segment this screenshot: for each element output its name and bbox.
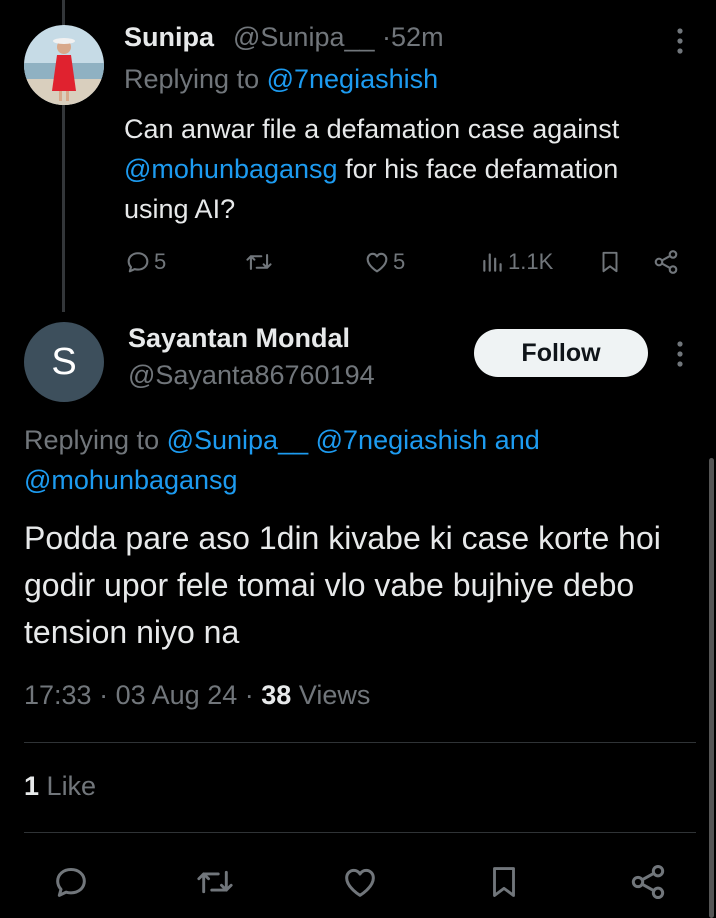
divider bbox=[24, 832, 696, 833]
tweet2-views-label: Views bbox=[298, 680, 371, 710]
views-icon bbox=[483, 253, 502, 272]
mention-link[interactable]: @mohunbagansg bbox=[124, 154, 338, 184]
tweet1-separator: · bbox=[382, 22, 392, 52]
tweet1-replying-to: Replying to @7negiashish bbox=[124, 64, 438, 95]
retweet-icon bbox=[197, 870, 233, 894]
more-icon bbox=[677, 341, 683, 367]
retweet-icon bbox=[246, 254, 272, 270]
tweet1-like-button[interactable]: 5 bbox=[363, 246, 405, 278]
tweet1-handle-time[interactable]: @Sunipa__ ·52m bbox=[233, 22, 444, 53]
tweet2-handle[interactable]: @Sayanta86760194 bbox=[128, 360, 375, 391]
replying-and[interactable]: and bbox=[495, 425, 540, 455]
tweet2-text: Podda pare aso 1din kivabe ki case korte… bbox=[24, 520, 661, 650]
tweet2-bookmark-button[interactable] bbox=[485, 862, 523, 902]
tweet1-more-button[interactable] bbox=[670, 26, 690, 56]
share-icon bbox=[654, 250, 678, 274]
tweet2-likes-label: Like bbox=[46, 771, 97, 801]
tweet2-reply-button[interactable] bbox=[51, 862, 91, 902]
divider bbox=[24, 742, 696, 743]
tweet2-time[interactable]: 17:33 bbox=[24, 680, 92, 710]
tweet1-like-count: 5 bbox=[393, 249, 406, 274]
tweet2-replying-to: Replying to @Sunipa__ @7negiashish and @… bbox=[24, 420, 684, 500]
tweet2-like-button[interactable] bbox=[340, 862, 380, 902]
tweet2-view-count: 38 bbox=[261, 680, 292, 710]
tweet2-date[interactable]: 03 Aug 24 bbox=[116, 680, 238, 710]
tweet1-text: Can anwar file a defamation case against… bbox=[124, 109, 684, 229]
avatar-sunipa[interactable] bbox=[24, 25, 104, 105]
tweet1-text-part: Can anwar file a defamation case against bbox=[124, 114, 620, 144]
tweet2-like-count: 1 bbox=[24, 771, 40, 801]
avatar-sayantan[interactable]: S bbox=[24, 322, 104, 402]
bookmark-icon bbox=[493, 867, 515, 897]
scrollbar[interactable] bbox=[709, 458, 714, 918]
reply-icon bbox=[127, 252, 149, 273]
tweet2-more-button[interactable] bbox=[670, 339, 690, 369]
tweet2-meta: 17:33 · 03 Aug 24 · 38 Views bbox=[24, 680, 370, 711]
tweet1-views-button[interactable]: 1.1K bbox=[480, 246, 553, 278]
tweet1-bookmark-button[interactable] bbox=[597, 246, 623, 278]
separator: · bbox=[244, 680, 254, 710]
more-icon bbox=[677, 28, 683, 54]
tweet2-likes[interactable]: 1 Like bbox=[24, 771, 96, 802]
reply-icon bbox=[56, 868, 86, 897]
mention-link[interactable]: @Sunipa__ bbox=[167, 425, 309, 455]
mention-link[interactable]: @7negiashish bbox=[316, 425, 488, 455]
tweet2-author-name[interactable]: Sayantan Mondal bbox=[128, 323, 350, 354]
separator: · bbox=[99, 680, 109, 710]
mention-link[interactable]: @7negiashish bbox=[267, 64, 439, 94]
like-icon bbox=[366, 252, 388, 273]
like-icon bbox=[345, 868, 375, 897]
tweet1-author-name[interactable]: Sunipa bbox=[124, 22, 214, 53]
tweet2-retweet-button[interactable] bbox=[194, 862, 236, 902]
share-icon bbox=[631, 865, 665, 899]
replying-prefix: Replying to bbox=[24, 425, 167, 455]
follow-button[interactable]: Follow bbox=[474, 329, 648, 377]
tweet1-handle[interactable]: @Sunipa__ bbox=[233, 22, 375, 52]
tweet2-share-button[interactable] bbox=[628, 862, 668, 902]
replying-prefix: Replying to bbox=[124, 64, 267, 94]
tweet1-reply-count: 5 bbox=[154, 249, 167, 274]
mention-link[interactable]: @mohunbagansg bbox=[24, 465, 238, 495]
tweet1-share-button[interactable] bbox=[652, 246, 680, 278]
tweet1-retweet-button[interactable] bbox=[244, 246, 274, 278]
bookmark-icon bbox=[602, 251, 618, 273]
tweet1-reply-button[interactable]: 5 bbox=[124, 246, 166, 278]
tweet1-time[interactable]: 52m bbox=[391, 22, 444, 52]
tweet1-view-count: 1.1K bbox=[508, 249, 554, 274]
avatar-photo-image bbox=[24, 25, 104, 105]
